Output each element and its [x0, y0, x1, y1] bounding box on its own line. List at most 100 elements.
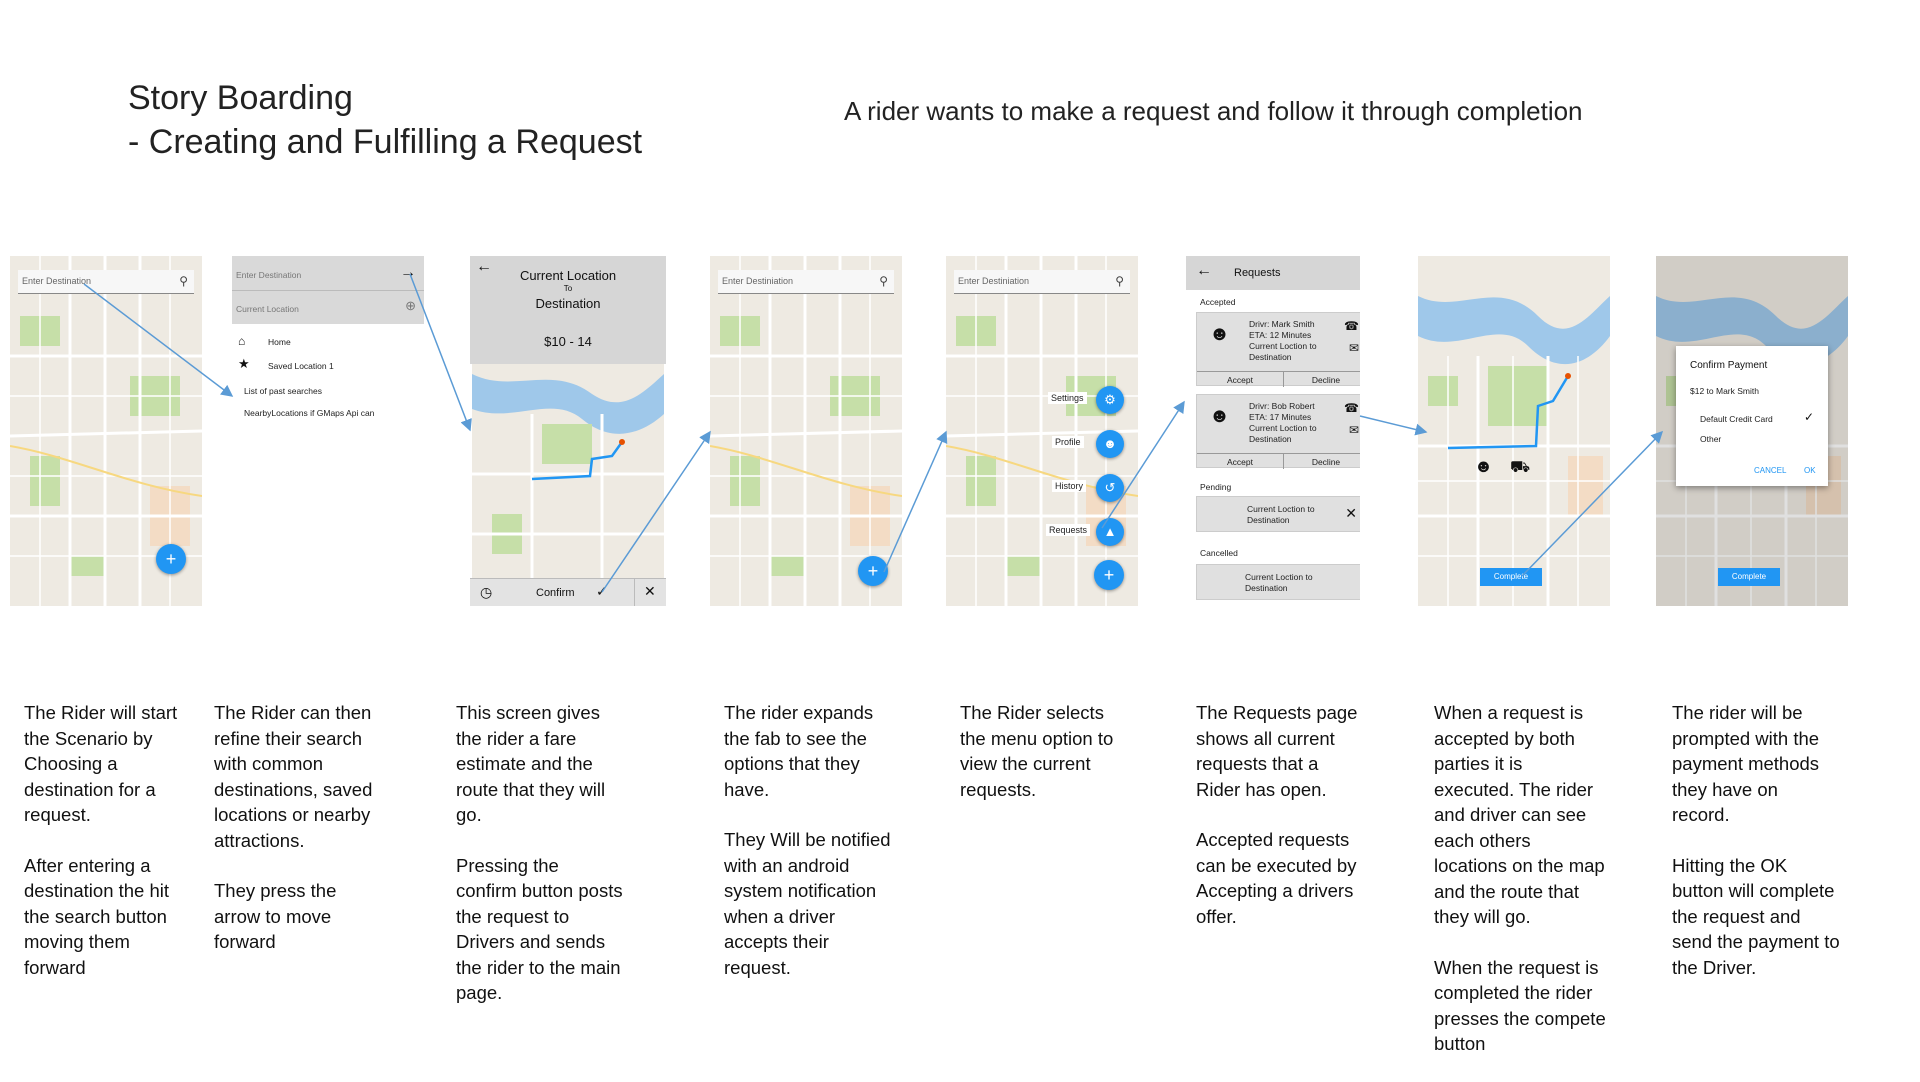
- decline-button[interactable]: Decline: [1283, 375, 1360, 385]
- description-4: The rider expands the fab to see the opt…: [724, 700, 894, 1005]
- description-5-para-1: The Rider selects the menu option to vie…: [960, 702, 1114, 800]
- driver-name: Drivr: Mark Smith: [1249, 319, 1315, 329]
- description-7-para-1: When a request is accepted by both parti…: [1434, 702, 1605, 927]
- location-target-icon[interactable]: ⊕: [405, 298, 416, 314]
- close-icon[interactable]: ✕: [1345, 505, 1357, 522]
- map: [1418, 256, 1610, 606]
- pending-card-details: Current Loction to Destination: [1247, 504, 1315, 526]
- destination-search-input[interactable]: Enter Destination ⚲: [18, 270, 194, 294]
- person-icon: ☻: [1209, 323, 1231, 345]
- destination-field[interactable]: Enter Destination: [236, 270, 301, 280]
- saved-location-item[interactable]: Saved Location 1: [268, 361, 334, 371]
- search-placeholder: Enter Destiniation: [958, 276, 1030, 286]
- add-fab-button[interactable]: +: [858, 556, 888, 586]
- arrow-forward-icon[interactable]: →: [400, 264, 416, 282]
- route-to: Destination: [1245, 583, 1288, 593]
- profile-person-icon[interactable]: ☻: [1096, 430, 1124, 458]
- history-clock-icon[interactable]: ↺: [1096, 474, 1124, 502]
- other-option[interactable]: Other: [1700, 434, 1721, 444]
- add-fab-button[interactable]: +: [156, 544, 186, 574]
- route-from: Current Loction to: [1245, 572, 1313, 582]
- mail-icon[interactable]: ✉: [1349, 341, 1359, 355]
- ok-button[interactable]: OK: [1804, 466, 1816, 475]
- eta: ETA: 17 Minutes: [1249, 412, 1312, 422]
- default-card-option[interactable]: Default Credit Card: [1700, 414, 1773, 424]
- request-card-1-details: Drivr: Mark Smith ETA: 12 Minutes Curren…: [1249, 319, 1317, 363]
- description-4-para-2: They Will be notified with an android sy…: [724, 829, 891, 978]
- route-to: Destination: [1249, 352, 1292, 362]
- search-placeholder: Enter Destiniation: [722, 276, 794, 286]
- destination-search-input[interactable]: Enter Destiniation ⚲: [718, 270, 894, 294]
- description-7-para-2: When the request is completed the rider …: [1434, 956, 1606, 1055]
- route-to: Destination: [1247, 515, 1290, 525]
- description-6-para-2: Accepted requests can be executed by Acc…: [1196, 829, 1357, 927]
- search-header: Enter Destination → Current Location ⊕: [232, 256, 424, 324]
- payment-amount: $12 to Mark Smith: [1690, 386, 1759, 396]
- mail-icon[interactable]: ✉: [1349, 423, 1359, 437]
- eta: ETA: 12 Minutes: [1249, 330, 1312, 340]
- complete-button[interactable]: Complete: [1480, 568, 1542, 586]
- description-1-para-2: After entering a destination the hit the…: [24, 854, 170, 978]
- screen-8-confirm-payment: Confirm Payment $12 to Mark Smith Defaul…: [1656, 256, 1848, 606]
- history-label[interactable]: History: [1052, 480, 1087, 492]
- screen-2-refine-search: Enter Destination → Current Location ⊕ ⌂…: [232, 256, 424, 606]
- star-icon: ★: [238, 356, 250, 371]
- route-to: Destination: [1249, 434, 1292, 444]
- confirm-label[interactable]: Confirm: [536, 587, 575, 599]
- description-4-para-1: The rider expands the fab to see the opt…: [724, 702, 874, 800]
- title-line-2: - Creating and Fulfilling a Request: [128, 123, 643, 161]
- decline-button[interactable]: Decline: [1283, 457, 1360, 467]
- origin-label: Current Location: [519, 268, 617, 283]
- card-actions: Accept Decline: [1197, 371, 1360, 387]
- settings-label[interactable]: Settings: [1048, 392, 1087, 404]
- add-fab-button[interactable]: +: [1094, 560, 1124, 590]
- accept-button[interactable]: Accept: [1197, 375, 1283, 385]
- confirm-bar: ◷ Confirm ✓ ✕: [470, 578, 666, 606]
- screen-4-main-map: Enter Destiniation ⚲ +: [710, 256, 902, 606]
- phone-icon[interactable]: ☎: [1344, 319, 1359, 333]
- back-arrow-icon[interactable]: ←: [1196, 262, 1212, 280]
- search-icon[interactable]: ⚲: [1115, 274, 1124, 288]
- cancelled-card[interactable]: Current Loction to Destination: [1196, 564, 1360, 600]
- home-item[interactable]: Home: [268, 337, 291, 347]
- pending-card[interactable]: Current Loction to Destination ✕: [1196, 496, 1360, 532]
- description-3: This screen gives the rider a fare estim…: [456, 700, 624, 1031]
- description-1-para-1: The Rider will start the Scenario by Cho…: [24, 702, 178, 825]
- cancelled-card-details: Current Loction to Destination: [1245, 572, 1313, 594]
- description-2-para-1: The Rider can then refine their search w…: [214, 702, 373, 851]
- destination-label: Destination: [535, 296, 601, 311]
- route-map: [470, 364, 666, 578]
- complete-button[interactable]: Complete: [1718, 568, 1780, 586]
- check-icon[interactable]: ✓: [596, 583, 608, 600]
- profile-label[interactable]: Profile: [1052, 436, 1084, 448]
- rider-location-icon: ☻: [1474, 456, 1493, 476]
- description-7: When a request is accepted by both parti…: [1434, 700, 1606, 1082]
- request-card-1: ☻ Drivr: Mark Smith ETA: 12 Minutes Curr…: [1196, 312, 1360, 387]
- requests-navigation-icon[interactable]: ▲: [1096, 518, 1124, 546]
- cancel-button[interactable]: CANCEL: [1754, 466, 1786, 475]
- description-1: The Rider will start the Scenario by Cho…: [24, 700, 192, 1005]
- search-icon[interactable]: ⚲: [179, 274, 188, 288]
- description-3-para-2: Pressing the confirm button posts the re…: [456, 854, 623, 1004]
- storyboard-subtitle: A rider wants to make a request and foll…: [844, 96, 1583, 126]
- current-location-field[interactable]: Current Location: [236, 304, 299, 314]
- home-icon: ⌂: [238, 334, 246, 348]
- search-icon[interactable]: ⚲: [879, 274, 888, 288]
- person-icon: ☻: [1209, 405, 1231, 427]
- screen-6-requests: ← Requests Accepted ☻ Drivr: Mark Smith …: [1186, 256, 1360, 606]
- search-placeholder: Enter Destination: [22, 276, 92, 286]
- phone-icon[interactable]: ☎: [1344, 401, 1359, 415]
- destination-search-input[interactable]: Enter Destiniation ⚲: [954, 270, 1130, 294]
- settings-gear-icon[interactable]: ⚙: [1096, 386, 1124, 414]
- route-from: Current Loction to: [1249, 423, 1317, 433]
- requests-label[interactable]: Requests: [1046, 524, 1091, 536]
- close-icon[interactable]: ✕: [644, 583, 656, 600]
- cancelled-heading: Cancelled: [1200, 548, 1238, 558]
- clock-icon[interactable]: ◷: [480, 584, 492, 601]
- description-8-para-2: Hitting the OK button will complete the …: [1672, 854, 1840, 978]
- description-6-para-1: The Requests page shows all current requ…: [1196, 702, 1358, 800]
- accept-button[interactable]: Accept: [1197, 457, 1283, 467]
- nearby-locations-item[interactable]: NearbyLocations if GMaps Api can: [244, 408, 374, 418]
- pending-heading: Pending: [1200, 482, 1232, 492]
- past-searches-item[interactable]: List of past searches: [244, 386, 322, 396]
